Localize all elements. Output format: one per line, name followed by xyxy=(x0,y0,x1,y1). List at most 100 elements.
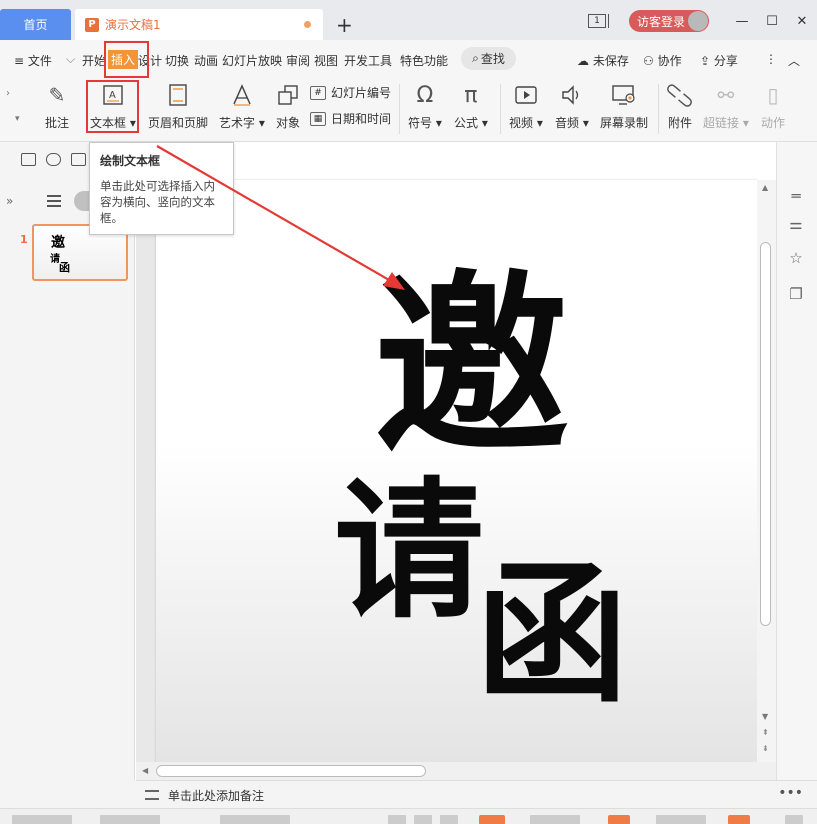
collapse-sidebar-icon[interactable]: ═ xyxy=(787,187,805,205)
slide-editor: 邀 请 函 xyxy=(136,180,757,780)
ribbon-scroll-left-icon[interactable]: › xyxy=(6,88,10,99)
maximize-button[interactable]: ☐ xyxy=(757,14,787,29)
status-notes-toggle[interactable] xyxy=(220,815,290,824)
menu-animation[interactable]: 动画 xyxy=(194,52,218,69)
document-tab-label: 演示文稿1 xyxy=(105,18,161,32)
ribbon-divider xyxy=(658,84,659,134)
guest-login-button[interactable]: 访客登录 xyxy=(628,10,709,32)
reading-view-icon[interactable] xyxy=(440,815,458,824)
print-icon[interactable] xyxy=(71,153,86,166)
symbol-button[interactable]: Ω 符号 ▾ xyxy=(408,82,442,131)
action-button: ▯ 动作 xyxy=(760,82,786,131)
new-tab-button[interactable]: + xyxy=(336,13,353,37)
tab-home[interactable]: 首页 xyxy=(0,9,71,40)
status-zoom-value xyxy=(656,815,706,824)
paperclip-icon: ⊂⊃ xyxy=(659,75,701,115)
more-icon[interactable]: ••• xyxy=(778,785,803,801)
minimize-button[interactable]: — xyxy=(727,14,757,29)
window-count-divider xyxy=(607,14,611,28)
settings-sliders-icon[interactable]: ⚌ xyxy=(787,215,805,233)
notes-placeholder[interactable]: 单击此处添加备注 xyxy=(168,787,264,804)
zoom-out-button[interactable] xyxy=(608,815,630,824)
chevron-down-icon[interactable]: ⌵ xyxy=(66,52,75,67)
slide-title-char[interactable]: 函 xyxy=(476,558,628,710)
vertical-scroll-thumb[interactable] xyxy=(760,242,771,626)
star-icon[interactable]: ☆ xyxy=(787,249,805,267)
formula-button[interactable]: π 公式 ▾ xyxy=(454,82,488,131)
menu-transition[interactable]: 切换 xyxy=(165,52,189,69)
window-count-icon[interactable]: 1 xyxy=(587,14,606,28)
share-button[interactable]: ⇪ 分享 xyxy=(700,52,738,69)
outline-view-icon[interactable] xyxy=(47,195,61,207)
title-bar: 首页 P 演示文稿1 + 1 访客登录 — ☐ ✕ xyxy=(0,0,817,40)
menu-view[interactable]: 视图 xyxy=(314,52,338,69)
fit-window-icon[interactable] xyxy=(785,815,803,824)
slide-title-char[interactable]: 邀 xyxy=(374,268,569,463)
menu-file[interactable]: ≡ 文件 xyxy=(14,52,52,69)
search-label: 查找 xyxy=(480,52,505,66)
collaborate-button[interactable]: ⚇ 协作 xyxy=(643,52,682,69)
close-button[interactable]: ✕ xyxy=(787,14,817,29)
scroll-down-icon[interactable]: ▼ xyxy=(762,712,768,721)
vertical-scrollbar[interactable]: ▲ ▼ ⇞ ⇟ xyxy=(757,180,776,764)
unsaved-dot-icon xyxy=(304,21,311,28)
pi-icon: π xyxy=(464,82,478,108)
page-down-icon[interactable]: ⇟ xyxy=(762,744,769,753)
ribbon-dropdown-icon[interactable]: ▾ xyxy=(15,114,20,124)
status-slide-info xyxy=(12,815,72,824)
slide-title-char[interactable]: 请 xyxy=(334,476,484,626)
attachment-button[interactable]: ⊂⊃ 附件 xyxy=(659,75,700,131)
notes-bar[interactable]: 单击此处添加备注 ••• xyxy=(136,780,817,808)
scroll-up-icon[interactable]: ▲ xyxy=(762,183,768,192)
comment-label: 批注 xyxy=(44,116,69,130)
tab-document[interactable]: P 演示文稿1 xyxy=(75,9,323,40)
tooltip-body: 单击此处可选择插入内容为横向、竖向的文本框。 xyxy=(100,179,215,225)
slide-canvas[interactable]: 邀 请 函 xyxy=(156,180,757,764)
object-button[interactable]: 对象 xyxy=(275,82,301,131)
slide-number: 1 xyxy=(20,233,28,246)
menu-slideshow[interactable]: 幻灯片放映 xyxy=(222,52,282,69)
collapse-ribbon-icon[interactable]: ︿ xyxy=(788,52,800,69)
video-label: 视频 ▾ xyxy=(509,116,543,130)
play-slideshow-button[interactable] xyxy=(479,815,505,824)
formula-label: 公式 ▾ xyxy=(454,116,488,130)
more-menu-icon[interactable]: ⋮ xyxy=(765,52,777,66)
right-sidebar: ═ ⚌ ☆ ❐ xyxy=(776,142,817,780)
thumb-char: 函 xyxy=(59,261,70,274)
expand-panel-icon[interactable]: » xyxy=(6,194,13,208)
comment-icon: ✎ xyxy=(48,83,66,107)
horizontal-scroll-thumb[interactable] xyxy=(156,765,426,777)
audio-button[interactable]: 音频 ▾ xyxy=(555,82,589,131)
video-button[interactable]: 视频 ▾ xyxy=(509,82,543,131)
tooltip-title: 绘制文本框 xyxy=(100,154,161,168)
copy-icon[interactable]: ❐ xyxy=(787,285,805,303)
menu-features[interactable]: 特色功能 xyxy=(400,52,448,69)
menu-start[interactable]: 开始 xyxy=(82,52,106,69)
header-footer-button[interactable]: 页眉和页脚 xyxy=(148,82,208,131)
menu-developer[interactable]: 开发工具 xyxy=(344,52,392,69)
search-button[interactable]: ⌕ 查找 xyxy=(461,47,516,70)
hyperlink-label: 超链接 ▾ xyxy=(703,116,749,130)
save-icon[interactable] xyxy=(21,153,36,166)
scroll-left-icon[interactable]: ◀ xyxy=(142,766,148,775)
cloud-icon: ☁ xyxy=(577,54,589,68)
omega-icon: Ω xyxy=(416,82,434,108)
status-bar xyxy=(0,808,817,824)
attachment-label: 附件 xyxy=(667,116,692,130)
comment-button[interactable]: ✎ 批注 xyxy=(44,82,70,131)
wordart-button[interactable]: 艺术字 ▾ xyxy=(219,82,265,131)
ribbon-divider xyxy=(500,84,501,134)
zoom-in-button[interactable] xyxy=(728,815,750,824)
format-painter-icon[interactable] xyxy=(46,153,61,166)
page-up-icon[interactable]: ⇞ xyxy=(762,728,769,737)
slide-number-button[interactable]: # 幻灯片编号 xyxy=(310,84,391,101)
menu-review[interactable]: 审阅 xyxy=(286,52,310,69)
datetime-button[interactable]: ▦ 日期和时间 xyxy=(310,110,391,127)
horizontal-scrollbar[interactable]: ◀ xyxy=(136,762,776,780)
share-label: 分享 xyxy=(713,54,738,68)
unsaved-status[interactable]: ☁ 未保存 xyxy=(577,52,629,69)
screen-record-button[interactable]: 屏幕录制 xyxy=(600,82,648,131)
normal-view-icon[interactable] xyxy=(388,815,406,824)
slide-number-label: 幻灯片编号 xyxy=(331,86,392,100)
sorter-view-icon[interactable] xyxy=(414,815,432,824)
